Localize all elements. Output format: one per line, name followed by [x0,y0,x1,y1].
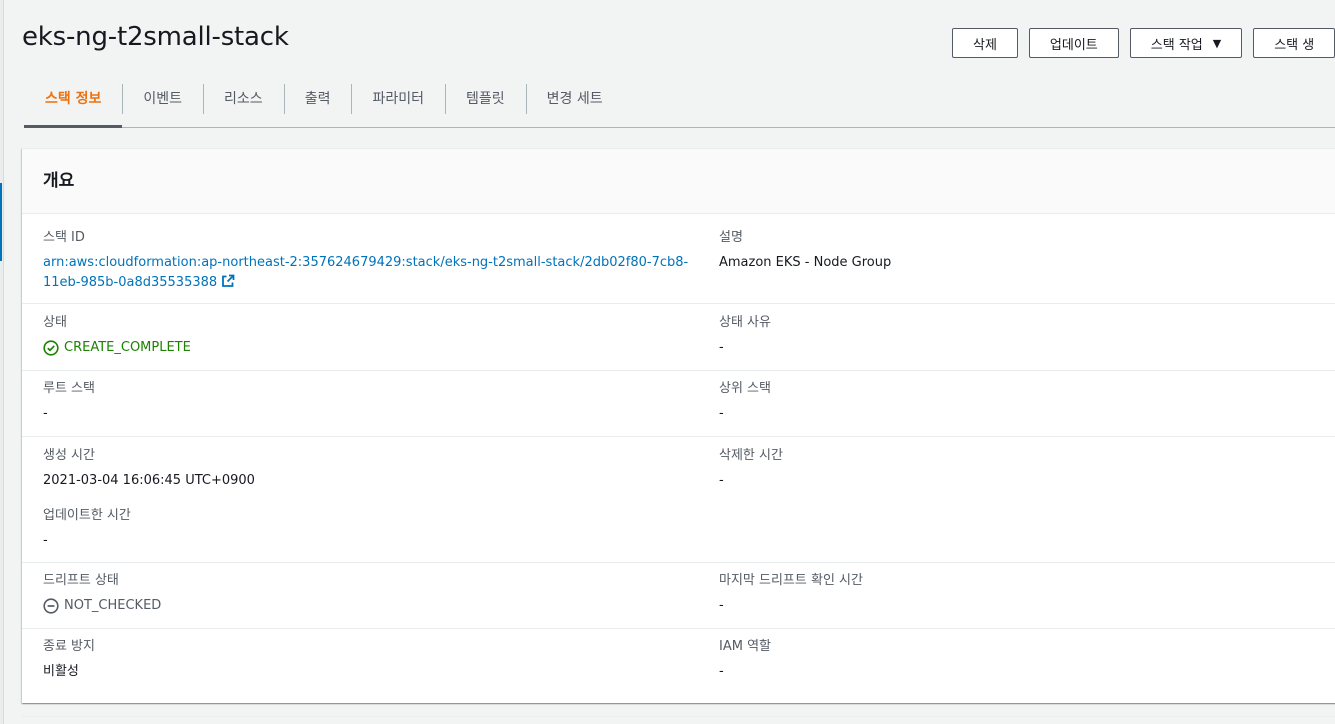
overview-row-termination: 종료 방지 비활성 IAM 역할 - [22,629,1335,703]
tab-outputs[interactable]: 출력 [283,81,352,127]
parent-stack-label: 상위 스택 [719,381,771,396]
create-stack-button[interactable]: 스택 생 [1253,28,1335,58]
external-link-icon [222,274,235,287]
update-button[interactable]: 업데이트 [1028,28,1119,58]
overview-card-header: 개요 [22,149,1335,214]
status-reason-label: 상태 사유 [719,315,771,330]
create-stack-label: 스택 생 [1274,37,1315,53]
termination-protection-value: 비활성 [43,664,79,679]
tab-events[interactable]: 이벤트 [122,81,203,127]
overview-row-stack-id: 스택 ID arn:aws:cloudformation:ap-northeas… [22,213,1335,304]
overview-row-times: 생성 시간 2021-03-04 16:06:45 UTC+0900 삭제한 시… [22,437,1335,563]
updated-time-label: 업데이트한 시간 [43,508,131,523]
overview-row-root-stack: 루트 스택 - 상위 스택 - [22,371,1335,437]
tab-label: 리소스 [224,91,263,107]
status-label: 상태 [43,315,67,330]
overview-card: 개요 스택 ID arn:aws:cloudformation:ap-north… [22,148,1335,703]
last-drift-check-field: 마지막 드리프트 확인 시간 - [719,571,863,616]
created-time-label: 생성 시간 [43,448,95,463]
deleted-time-value: - [719,473,724,488]
drift-status-label: 드리프트 상태 [43,573,119,588]
termination-protection-field: 종료 방지 비활성 [43,637,95,682]
created-time-value: 2021-03-04 16:06:45 UTC+0900 [43,473,255,488]
stack-id-line2: 11eb-985b-0a8d35535388 [43,275,218,290]
stack-id-label: 스택 ID [43,230,85,245]
status-value: CREATE_COMPLETE [43,338,191,358]
drift-status-text: NOT_CHECKED [64,598,162,613]
last-drift-check-label: 마지막 드리프트 확인 시간 [719,573,863,588]
tab-label: 템플릿 [465,91,505,107]
header-actions: 삭제 업데이트 스택 작업 ▼ 스택 생 [952,28,1335,58]
updated-time-field: 업데이트한 시간 - [43,506,131,551]
description-field: 설명 Amazon EKS - Node Group [719,228,891,273]
drift-status-field: 드리프트 상태 NOT_CHECKED [43,571,161,621]
root-stack-value: - [43,406,48,421]
tab-template[interactable]: 템플릿 [444,81,526,127]
parent-stack-value: - [719,406,724,421]
tab-label: 출력 [304,91,331,107]
delete-button[interactable]: 삭제 [952,28,1018,58]
next-section-edge [22,716,1335,724]
deleted-time-field: 삭제한 시간 - [719,446,783,491]
caret-down-icon: ▼ [1212,36,1222,50]
stack-actions-label: 스택 작업 [1150,37,1203,53]
last-drift-check-value: - [719,598,724,613]
stack-actions-dropdown[interactable]: 스택 작업 ▼ [1129,28,1243,58]
tab-label: 변경 세트 [546,91,603,107]
parent-stack-field: 상위 스택 - [719,379,771,424]
status-reason-field: 상태 사유 - [719,313,771,358]
left-nav-rail[interactable] [0,0,4,724]
tab-stack-info[interactable]: 스택 정보 [24,81,123,128]
iam-role-value: - [719,664,724,679]
stack-id-value: arn:aws:cloudformation:ap-northeast-2:35… [43,253,693,293]
tab-label: 파라미터 [372,91,424,107]
root-stack-field: 루트 스택 - [43,379,95,424]
tab-label: 이벤트 [143,91,183,107]
tab-resources[interactable]: 리소스 [203,81,284,127]
status-text: CREATE_COMPLETE [64,340,191,355]
description-label: 설명 [719,230,743,245]
minus-circle-icon [43,598,59,614]
status-field: 상태 CREATE_COMPLETE [43,313,191,363]
overview-title: 개요 [43,171,75,191]
description-value: Amazon EKS - Node Group [719,255,892,270]
root-stack-label: 루트 스택 [43,381,95,396]
overview-row-status: 상태 CREATE_COMPLETE 상태 사유 - [22,304,1335,371]
left-nav-active-marker [0,183,2,261]
iam-role-label: IAM 역할 [719,639,771,654]
stack-id-field: 스택 ID arn:aws:cloudformation:ap-northeas… [43,228,693,293]
tab-label: 스택 정보 [45,91,102,107]
cloudformation-stack-detail-page: eks-ng-t2small-stack 삭제 업데이트 스택 작업 ▼ 스택 생… [0,0,1335,724]
update-button-label: 업데이트 [1049,37,1098,53]
check-circle-icon [43,340,59,356]
updated-time-value: - [43,533,48,548]
stack-id-line1: arn:aws:cloudformation:ap-northeast-2:35… [43,255,689,270]
tab-parameters[interactable]: 파라미터 [351,81,445,127]
page-title: eks-ng-t2small-stack [22,22,289,52]
deleted-time-label: 삭제한 시간 [719,448,783,463]
stack-id-link[interactable]: arn:aws:cloudformation:ap-northeast-2:35… [43,255,688,290]
delete-button-label: 삭제 [973,37,997,53]
stack-tabs: 스택 정보 이벤트 리소스 출력 파라미터 템플릿 변경 세트 [24,81,1335,128]
tab-change-sets[interactable]: 변경 세트 [525,81,624,127]
overview-row-drift: 드리프트 상태 NOT_CHECKED 마지막 드리프트 확인 시간 - [22,563,1335,629]
iam-role-field: IAM 역할 - [719,637,771,682]
status-reason-value: - [719,340,724,355]
created-time-field: 생성 시간 2021-03-04 16:06:45 UTC+0900 [43,446,255,491]
drift-status-value: NOT_CHECKED [43,596,161,616]
termination-protection-label: 종료 방지 [43,639,95,654]
